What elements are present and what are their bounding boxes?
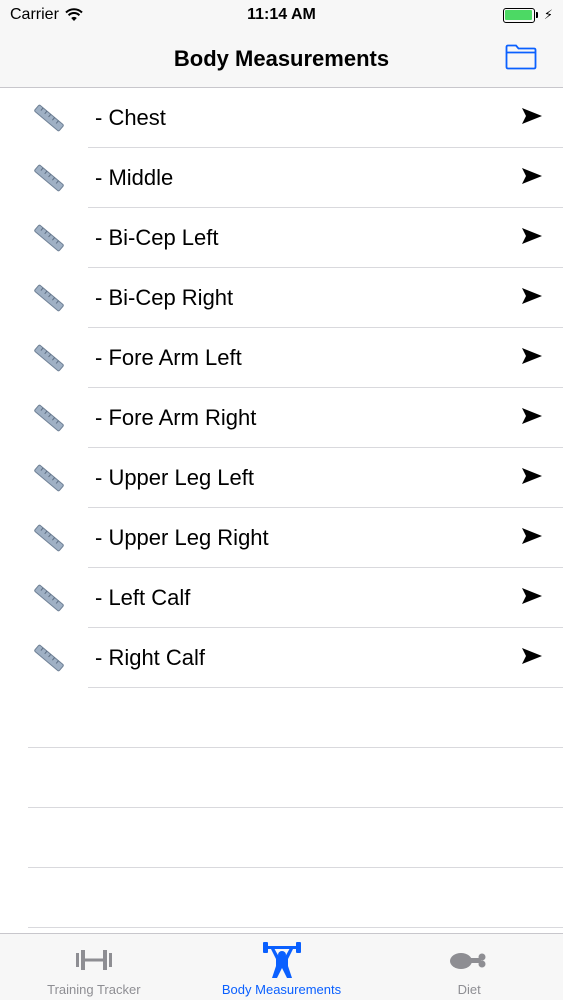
measurement-label: - Right Calf — [95, 645, 206, 670]
ruler-icon — [34, 224, 64, 252]
empty-row — [0, 688, 563, 748]
drumstick-icon — [447, 940, 491, 980]
ruler-icon — [34, 524, 64, 552]
folder-button[interactable] — [505, 43, 537, 71]
tab-body-measurements[interactable]: Body Measurements — [188, 934, 376, 1000]
folder-icon — [505, 44, 537, 70]
measurement-row-forearm-right[interactable]: - Fore Arm Right — [0, 388, 563, 448]
measurement-label: - Fore Arm Right — [95, 405, 257, 430]
barbell-icon — [72, 940, 116, 980]
status-left: Carrier — [10, 6, 190, 24]
measurement-row-forearm-left[interactable]: - Fore Arm Left — [0, 328, 563, 388]
status-time: 11:14 AM — [247, 6, 316, 23]
ruler-icon — [34, 584, 64, 612]
ruler-icon — [34, 164, 64, 192]
arrow-right-icon — [522, 228, 542, 244]
tab-training-tracker[interactable]: Training Tracker — [0, 934, 188, 1000]
ruler-icon — [34, 284, 64, 312]
arrow-right-icon — [522, 408, 542, 424]
arrow-right-icon — [522, 168, 542, 184]
measurement-row-middle[interactable]: - Middle — [0, 148, 563, 208]
arrow-right-icon — [522, 348, 542, 364]
status-bar: Carrier 11:14 AM ⚡ — [0, 0, 563, 30]
nav-bar: Body Measurements — [0, 30, 563, 88]
battery-icon — [502, 7, 538, 23]
measurement-row-right-calf[interactable]: - Right Calf — [0, 628, 563, 688]
measurement-label: - Bi-Cep Right — [95, 285, 234, 310]
ruler-icon — [34, 464, 64, 492]
measurement-row-left-calf[interactable]: - Left Calf — [0, 568, 563, 628]
charging-bolt-icon: ⚡ — [543, 7, 553, 22]
ruler-icon — [34, 344, 64, 372]
carrier-label: Carrier — [10, 6, 59, 23]
wifi-icon — [65, 8, 83, 21]
arrow-right-icon — [522, 468, 542, 484]
measurement-label: - Chest — [95, 105, 166, 130]
tab-label: Diet — [457, 982, 481, 997]
screen: Carrier 11:14 AM ⚡ Body Measurements - C… — [0, 0, 563, 1000]
measurement-label: - Left Calf — [95, 585, 191, 610]
measurement-label: - Fore Arm Left — [95, 345, 242, 370]
empty-row — [0, 868, 563, 928]
measurement-list: - Chest - Middle - Bi-Cep Left - Bi-Cep … — [0, 88, 563, 928]
arrow-right-icon — [522, 648, 542, 664]
arrow-right-icon — [522, 288, 542, 304]
measurement-label: - Upper Leg Left — [95, 465, 254, 490]
arrow-right-icon — [522, 528, 542, 544]
measurement-label: - Upper Leg Right — [95, 525, 269, 550]
ruler-icon — [34, 644, 64, 672]
measurement-label: - Middle — [95, 165, 174, 190]
ruler-icon — [34, 404, 64, 432]
measurement-row-upper-leg-left[interactable]: - Upper Leg Left — [0, 448, 563, 508]
empty-row — [0, 808, 563, 868]
tab-label: Body Measurements — [221, 982, 342, 997]
measurement-label: - Bi-Cep Left — [95, 225, 219, 250]
tab-diet[interactable]: Diet — [375, 934, 563, 1000]
arrow-right-icon — [522, 588, 542, 604]
page-title: Body Measurements — [173, 45, 390, 71]
measurement-row-upper-leg-right[interactable]: - Upper Leg Right — [0, 508, 563, 568]
measurement-row-chest[interactable]: - Chest — [0, 88, 563, 148]
measurement-row-bicep-right[interactable]: - Bi-Cep Right — [0, 268, 563, 328]
weightlifter-icon — [260, 940, 304, 980]
tab-label: Training Tracker — [47, 982, 141, 997]
ruler-icon — [34, 104, 64, 132]
status-right: ⚡ — [373, 7, 553, 23]
arrow-right-icon — [522, 108, 542, 124]
empty-row — [0, 748, 563, 808]
measurement-row-bicep-left[interactable]: - Bi-Cep Left — [0, 208, 563, 268]
tab-bar: Training Tracker Body Measurements Diet — [0, 933, 563, 1000]
